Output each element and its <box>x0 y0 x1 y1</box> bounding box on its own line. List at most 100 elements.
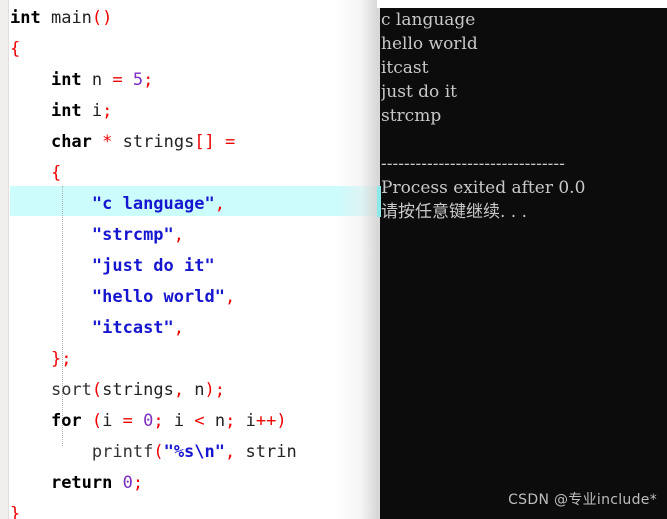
console-line: just do it <box>381 82 457 102</box>
console-output-text: c language hello world itcast just do it str… <box>381 8 667 224</box>
code-line: sort(strings, n); <box>10 375 378 406</box>
code-token: strings <box>102 380 174 400</box>
code-token: () <box>91 8 113 28</box>
code-token: \n <box>194 442 215 462</box>
code-token: i <box>81 101 103 121</box>
console-line: itcast <box>381 58 429 78</box>
code-token: , <box>173 318 185 338</box>
code-line: char * strings[] = <box>10 127 378 158</box>
code-token: int <box>50 101 82 121</box>
code-token: "hello world" <box>91 287 225 307</box>
code-token: , <box>173 225 185 245</box>
code-token: main <box>50 8 92 28</box>
code-token: ; <box>225 411 236 431</box>
code-token: "itcast" <box>91 318 174 338</box>
code-token: = <box>112 70 123 90</box>
code-token: { <box>50 163 62 183</box>
code-line: }; <box>10 344 378 375</box>
code-token: strings <box>122 132 195 152</box>
code-token: = <box>225 132 236 152</box>
code-token: " <box>163 442 174 462</box>
code-token: ); <box>204 380 226 400</box>
code-token: { <box>10 39 21 59</box>
code-token: int <box>10 8 41 28</box>
console-left-border <box>377 8 380 519</box>
code-token: * <box>102 132 113 152</box>
code-token: ++) <box>255 411 287 431</box>
code-token: for <box>50 411 82 431</box>
code-editor-pane[interactable]: int main() { int n = 5; int i; char * str… <box>0 0 378 519</box>
code-line: "strcmp", <box>10 220 378 251</box>
console-line: hello world <box>381 34 478 54</box>
editor-left-margin <box>0 0 9 519</box>
code-line: int n = 5; <box>10 65 378 96</box>
console-top-strip <box>377 0 667 8</box>
code-token: ; <box>132 473 144 493</box>
code-token: n <box>184 380 205 400</box>
console-pane[interactable]: c language hello world itcast just do it str… <box>377 0 667 519</box>
code-token: ; <box>153 411 164 431</box>
code-line: "itcast", <box>10 313 378 344</box>
code-token: , <box>225 442 236 462</box>
code-token: "just do it" <box>91 256 215 276</box>
code-token: ( <box>91 380 103 400</box>
console-line: Process exited after 0.0 <box>381 178 586 198</box>
code-token: n <box>81 70 113 90</box>
code-token: ; <box>143 70 154 90</box>
code-token: return <box>50 473 113 493</box>
code-token: n <box>204 411 226 431</box>
csdn-watermark: CSDN @专业include* <box>508 492 657 508</box>
code-token: ( <box>91 411 103 431</box>
code-line: return 0; <box>10 468 378 499</box>
code-token: 5 <box>132 70 144 90</box>
code-token: [] <box>194 132 215 152</box>
code-line: } <box>10 499 378 519</box>
screenshot-root: int main() { int n = 5; int i; char * str… <box>0 0 667 519</box>
code-line: { <box>10 34 378 65</box>
console-line: c language <box>381 10 476 30</box>
code-line: "hello world", <box>10 282 378 313</box>
code-line: { <box>10 158 378 189</box>
code-line: int main() <box>10 3 378 34</box>
code-token: } <box>10 504 21 519</box>
console-line: -------------------------------- <box>381 154 565 174</box>
code-token: printf <box>91 442 154 462</box>
code-token: sort <box>50 380 92 400</box>
code-token: , <box>224 287 236 307</box>
code-token: ( <box>153 442 164 462</box>
code-token: = <box>122 411 133 431</box>
code-text[interactable]: int main() { int n = 5; int i; char * str… <box>10 0 378 519</box>
code-token: char <box>50 132 92 152</box>
code-line: "c language", <box>10 189 378 220</box>
code-token: 0 <box>143 411 154 431</box>
code-token: ; <box>102 101 113 121</box>
console-line: 请按任意键继续. . . <box>381 202 528 222</box>
code-token: i <box>163 411 195 431</box>
code-token: < <box>194 411 205 431</box>
code-line: printf("%s\n", strin <box>10 437 378 468</box>
code-token: 0 <box>122 473 133 493</box>
code-token: " <box>214 442 226 462</box>
code-token: i <box>102 411 123 431</box>
code-line: "just do it" <box>10 251 378 282</box>
code-token: }; <box>50 349 72 369</box>
